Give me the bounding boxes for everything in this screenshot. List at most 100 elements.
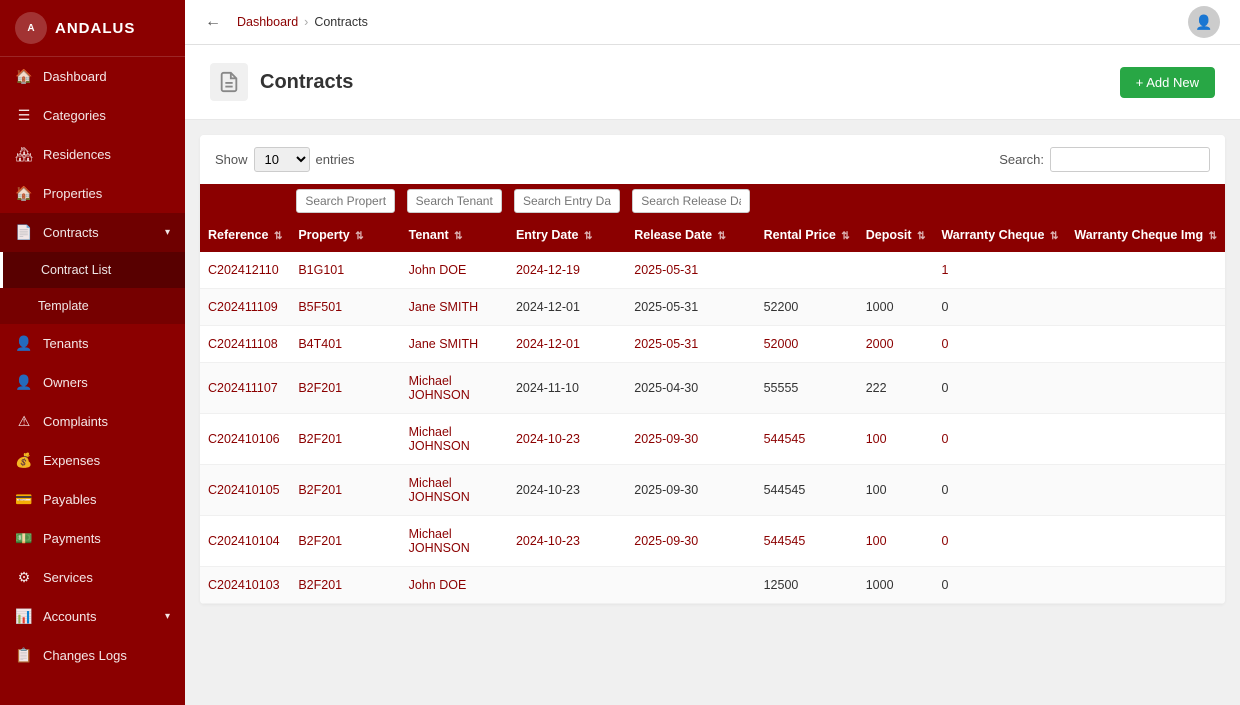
breadcrumb-home[interactable]: Dashboard [237, 15, 298, 29]
cell-reference[interactable]: C202411108 [200, 326, 290, 363]
link-deposit[interactable]: 100 [866, 432, 887, 446]
cell-deposit[interactable]: 2000 [858, 326, 934, 363]
link-tenant[interactable]: Jane SMITH [409, 337, 478, 351]
cell-reference[interactable]: C202410103 [200, 567, 290, 604]
link-warranty_cheque[interactable]: 0 [941, 432, 948, 446]
sidebar-item-dashboard[interactable]: 🏠 Dashboard [0, 57, 185, 96]
link-property[interactable]: B2F201 [298, 534, 342, 548]
cell-rental_price[interactable]: 544545 [756, 414, 858, 465]
cell-reference[interactable]: C202411107 [200, 363, 290, 414]
cell-entry_date[interactable]: 2024-10-23 [508, 516, 626, 567]
back-button[interactable]: ← [205, 13, 221, 31]
sidebar-item-payables[interactable]: 💳 Payables [0, 480, 185, 519]
col-tenant[interactable]: Tenant ⇅ [401, 218, 508, 252]
link-entry_date[interactable]: 2024-12-01 [516, 337, 580, 351]
link-release_date[interactable]: 2025-05-31 [634, 337, 698, 351]
sidebar-item-contracts[interactable]: 📄 Contracts ▾ [0, 213, 185, 252]
link-tenant[interactable]: Jane SMITH [409, 300, 478, 314]
link-property[interactable]: B5F501 [298, 300, 342, 314]
entries-select[interactable]: 10 25 50 100 [254, 147, 310, 172]
cell-tenant[interactable]: Jane SMITH [401, 326, 508, 363]
sidebar-item-changes-logs[interactable]: 📋 Changes Logs [0, 636, 185, 675]
cell-entry_date[interactable]: 2024-12-19 [508, 252, 626, 289]
sidebar-item-template[interactable]: Template [0, 288, 185, 324]
cell-property[interactable]: B4T401 [290, 326, 400, 363]
cell-release_date[interactable]: 2025-05-31 [626, 326, 755, 363]
cell-reference[interactable]: C202410106 [200, 414, 290, 465]
col-deposit[interactable]: Deposit ⇅ [858, 218, 934, 252]
link-reference[interactable]: C202410106 [208, 432, 280, 446]
link-deposit[interactable]: 100 [866, 534, 887, 548]
link-tenant[interactable]: Michael JOHNSON [409, 527, 470, 555]
link-property[interactable]: B2F201 [298, 432, 342, 446]
cell-release_date[interactable]: 2025-05-31 [626, 252, 755, 289]
sidebar-item-owners[interactable]: 👤 Owners [0, 363, 185, 402]
link-property[interactable]: B1G101 [298, 263, 344, 277]
sidebar-item-residences[interactable]: 🏘 Residences [0, 135, 185, 174]
search-entry-date-input[interactable] [514, 189, 620, 213]
cell-reference[interactable]: C202410104 [200, 516, 290, 567]
cell-entry_date[interactable]: 2024-12-01 [508, 326, 626, 363]
cell-property[interactable]: B2F201 [290, 567, 400, 604]
link-reference[interactable]: C202410105 [208, 483, 280, 497]
col-rental-price[interactable]: Rental Price ⇅ [756, 218, 858, 252]
link-release_date[interactable]: 2025-09-30 [634, 534, 698, 548]
cell-property[interactable]: B2F201 [290, 516, 400, 567]
link-entry_date[interactable]: 2024-10-23 [516, 432, 580, 446]
cell-reference[interactable]: C202410105 [200, 465, 290, 516]
link-tenant[interactable]: Michael JOHNSON [409, 374, 470, 402]
col-entry-date[interactable]: Entry Date ⇅ [508, 218, 626, 252]
cell-tenant[interactable]: Michael JOHNSON [401, 363, 508, 414]
sidebar-item-services[interactable]: ⚙ Services [0, 558, 185, 597]
cell-rental_price[interactable] [756, 252, 858, 289]
sidebar-item-expenses[interactable]: 💰 Expenses [0, 441, 185, 480]
link-rental_price[interactable]: 52000 [764, 337, 799, 351]
search-tenant-input[interactable] [407, 189, 502, 213]
cell-warranty_cheque[interactable]: 1 [933, 252, 1066, 289]
link-property[interactable]: B4T401 [298, 337, 342, 351]
sidebar-item-properties[interactable]: 🏠 Properties [0, 174, 185, 213]
sidebar-item-contract-list[interactable]: Contract List [0, 252, 185, 288]
sidebar-item-categories[interactable]: ☰ Categories [0, 96, 185, 135]
sidebar-item-complaints[interactable]: ⚠ Complaints [0, 402, 185, 441]
col-release-date[interactable]: Release Date ⇅ [626, 218, 755, 252]
cell-property[interactable]: B2F201 [290, 414, 400, 465]
col-warranty-cheque[interactable]: Warranty Cheque ⇅ [933, 218, 1066, 252]
cell-entry_date[interactable]: 2024-10-23 [508, 414, 626, 465]
cell-property[interactable]: B1G101 [290, 252, 400, 289]
link-rental_price[interactable]: 544545 [764, 432, 806, 446]
link-property[interactable]: B2F201 [298, 483, 342, 497]
cell-warranty_cheque[interactable]: 0 [933, 326, 1066, 363]
link-property[interactable]: B2F201 [298, 578, 342, 592]
cell-property[interactable]: B2F201 [290, 465, 400, 516]
link-release_date[interactable]: 2025-09-30 [634, 432, 698, 446]
add-new-button[interactable]: + Add New [1120, 67, 1215, 98]
link-reference[interactable]: C202411107 [208, 381, 278, 395]
link-entry_date[interactable]: 2024-12-19 [516, 263, 580, 277]
col-property[interactable]: Property ⇅ [290, 218, 400, 252]
cell-warranty_cheque[interactable]: 0 [933, 414, 1066, 465]
cell-tenant[interactable]: John DOE [401, 252, 508, 289]
global-search-input[interactable] [1050, 147, 1210, 172]
link-reference[interactable]: C202411108 [208, 337, 278, 351]
col-warranty-cheque-img[interactable]: Warranty Cheque Img ⇅ [1066, 218, 1225, 252]
link-reference[interactable]: C202410103 [208, 578, 280, 592]
cell-tenant[interactable]: John DOE [401, 567, 508, 604]
link-warranty_cheque[interactable]: 1 [941, 263, 948, 277]
link-reference[interactable]: C202412110 [208, 263, 279, 277]
cell-release_date[interactable]: 2025-09-30 [626, 414, 755, 465]
link-rental_price[interactable]: 544545 [764, 534, 806, 548]
cell-tenant[interactable]: Michael JOHNSON [401, 516, 508, 567]
search-release-date-input[interactable] [632, 189, 749, 213]
cell-release_date[interactable]: 2025-09-30 [626, 516, 755, 567]
search-property-input[interactable] [296, 189, 394, 213]
sidebar-item-tenants[interactable]: 👤 Tenants [0, 324, 185, 363]
link-tenant[interactable]: John DOE [409, 578, 467, 592]
link-release_date[interactable]: 2025-05-31 [634, 263, 698, 277]
sidebar-item-accounts[interactable]: 📊 Accounts ▾ [0, 597, 185, 636]
link-warranty_cheque[interactable]: 0 [941, 337, 948, 351]
cell-warranty_cheque[interactable]: 0 [933, 516, 1066, 567]
cell-reference[interactable]: C202411109 [200, 289, 290, 326]
cell-deposit[interactable]: 100 [858, 414, 934, 465]
link-tenant[interactable]: Michael JOHNSON [409, 476, 470, 504]
